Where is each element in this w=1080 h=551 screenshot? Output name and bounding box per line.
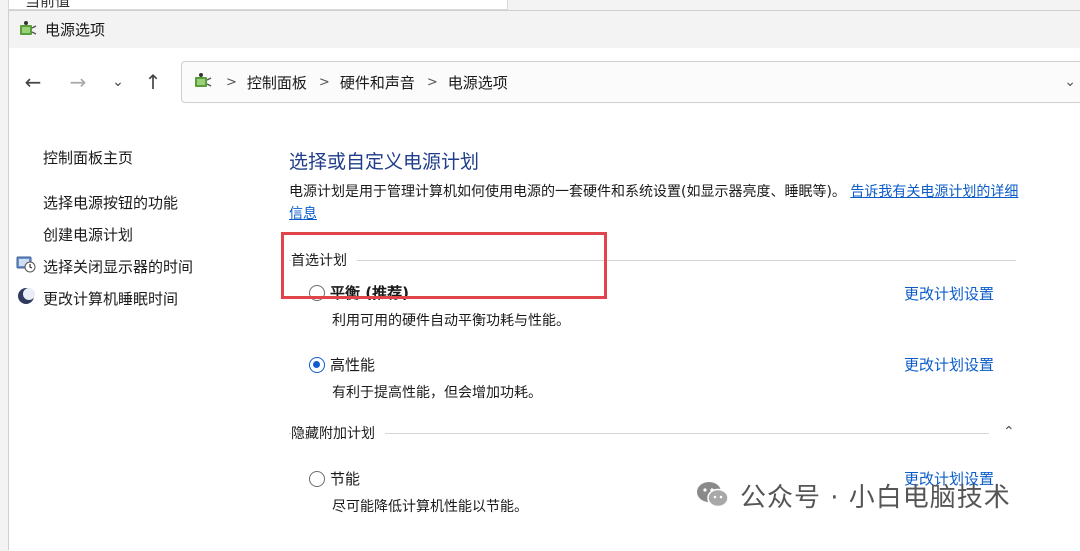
breadcrumb-separator-icon[interactable]: > <box>427 75 438 90</box>
sidebar-item-power-button[interactable]: 选择电源按钮的功能 <box>43 192 178 213</box>
plan-high-performance-settings-link[interactable]: 更改计划设置 <box>904 354 994 375</box>
address-bar[interactable]: > 控制面板 > 硬件和声音 > 电源选项 ⌄ <box>181 61 1080 103</box>
hidden-plans-label[interactable]: 隐藏附加计划 <box>291 423 385 443</box>
display-icon <box>16 254 36 274</box>
plan-high-performance-desc: 有利于提高性能，但会增加功耗。 <box>332 385 542 401</box>
control-panel-icon <box>192 71 214 93</box>
plan-balanced-desc: 利用可用的硬件自动平衡功耗与性能。 <box>332 313 570 329</box>
background-window-text: 当前值 <box>25 0 71 10</box>
breadcrumb-separator-icon[interactable]: > <box>319 75 330 90</box>
navigation-bar: ← → ⌄ ↑ > 控制面板 > 硬件和声音 > 电源选项 ⌄ <box>9 48 1080 114</box>
plan-power-saver-radio[interactable] <box>309 471 325 487</box>
breadcrumb-hardware-sound[interactable]: 硬件和声音 <box>340 72 415 93</box>
plan-high-performance-radio[interactable] <box>309 357 325 373</box>
description-text: 电源计划是用于管理计算机如何使用电源的一套硬件和系统设置(如显示器亮度、睡眠等)… <box>289 184 846 200</box>
sleep-moon-icon <box>16 286 36 306</box>
wechat-icon <box>696 481 730 509</box>
back-button[interactable]: ← <box>19 70 47 94</box>
address-dropdown-icon[interactable]: ⌄ <box>1064 74 1076 90</box>
group-divider <box>289 433 989 434</box>
plan-power-saver-desc: 尽可能降低计算机性能以节能。 <box>332 499 528 515</box>
plan-high-performance-name[interactable]: 高性能 <box>330 354 375 375</box>
window-title: 电源选项 <box>45 21 106 39</box>
sidebar-item-sleep-time[interactable]: 更改计算机睡眠时间 <box>43 288 178 309</box>
sidebar-home-link[interactable]: 控制面板主页 <box>43 147 133 168</box>
plan-balanced-settings-link[interactable]: 更改计划设置 <box>904 283 994 304</box>
sidebar-item-create-plan[interactable]: 创建电源计划 <box>43 224 133 245</box>
sidebar: 控制面板主页 选择电源按钮的功能 创建电源计划 选择关闭显示器的时间 更改计算机… <box>9 114 269 551</box>
power-options-icon <box>17 19 39 41</box>
watermark: 公众号 · 小白电脑技术 <box>696 478 1056 513</box>
highlight-box <box>281 232 607 299</box>
breadcrumb-control-panel[interactable]: 控制面板 <box>247 72 307 93</box>
breadcrumb-separator-icon[interactable]: > <box>226 75 237 90</box>
page-description: 电源计划是用于管理计算机如何使用电源的一套硬件和系统设置(如显示器亮度、睡眠等)… <box>289 181 1024 225</box>
recent-locations-button[interactable]: ⌄ <box>104 70 132 94</box>
page-title: 选择或自定义电源计划 <box>289 151 480 173</box>
background-window: 当前值 <box>8 0 508 10</box>
breadcrumb-power-options[interactable]: 电源选项 <box>448 72 508 93</box>
title-bar: 电源选项 <box>9 11 1080 48</box>
up-button[interactable]: ↑ <box>139 70 167 94</box>
plan-power-saver-name[interactable]: 节能 <box>330 468 360 489</box>
power-options-window: 电源选项 ← → ⌄ ↑ > 控制面板 > 硬件和声音 > 电源选项 ⌄ 控制面… <box>8 10 1080 551</box>
forward-button[interactable]: → <box>64 70 92 94</box>
watermark-text: 公众号 · 小白电脑技术 <box>740 482 1011 513</box>
collapse-chevron-icon[interactable]: ⌃ <box>1003 424 1015 440</box>
sidebar-item-display-time[interactable]: 选择关闭显示器的时间 <box>43 256 193 277</box>
